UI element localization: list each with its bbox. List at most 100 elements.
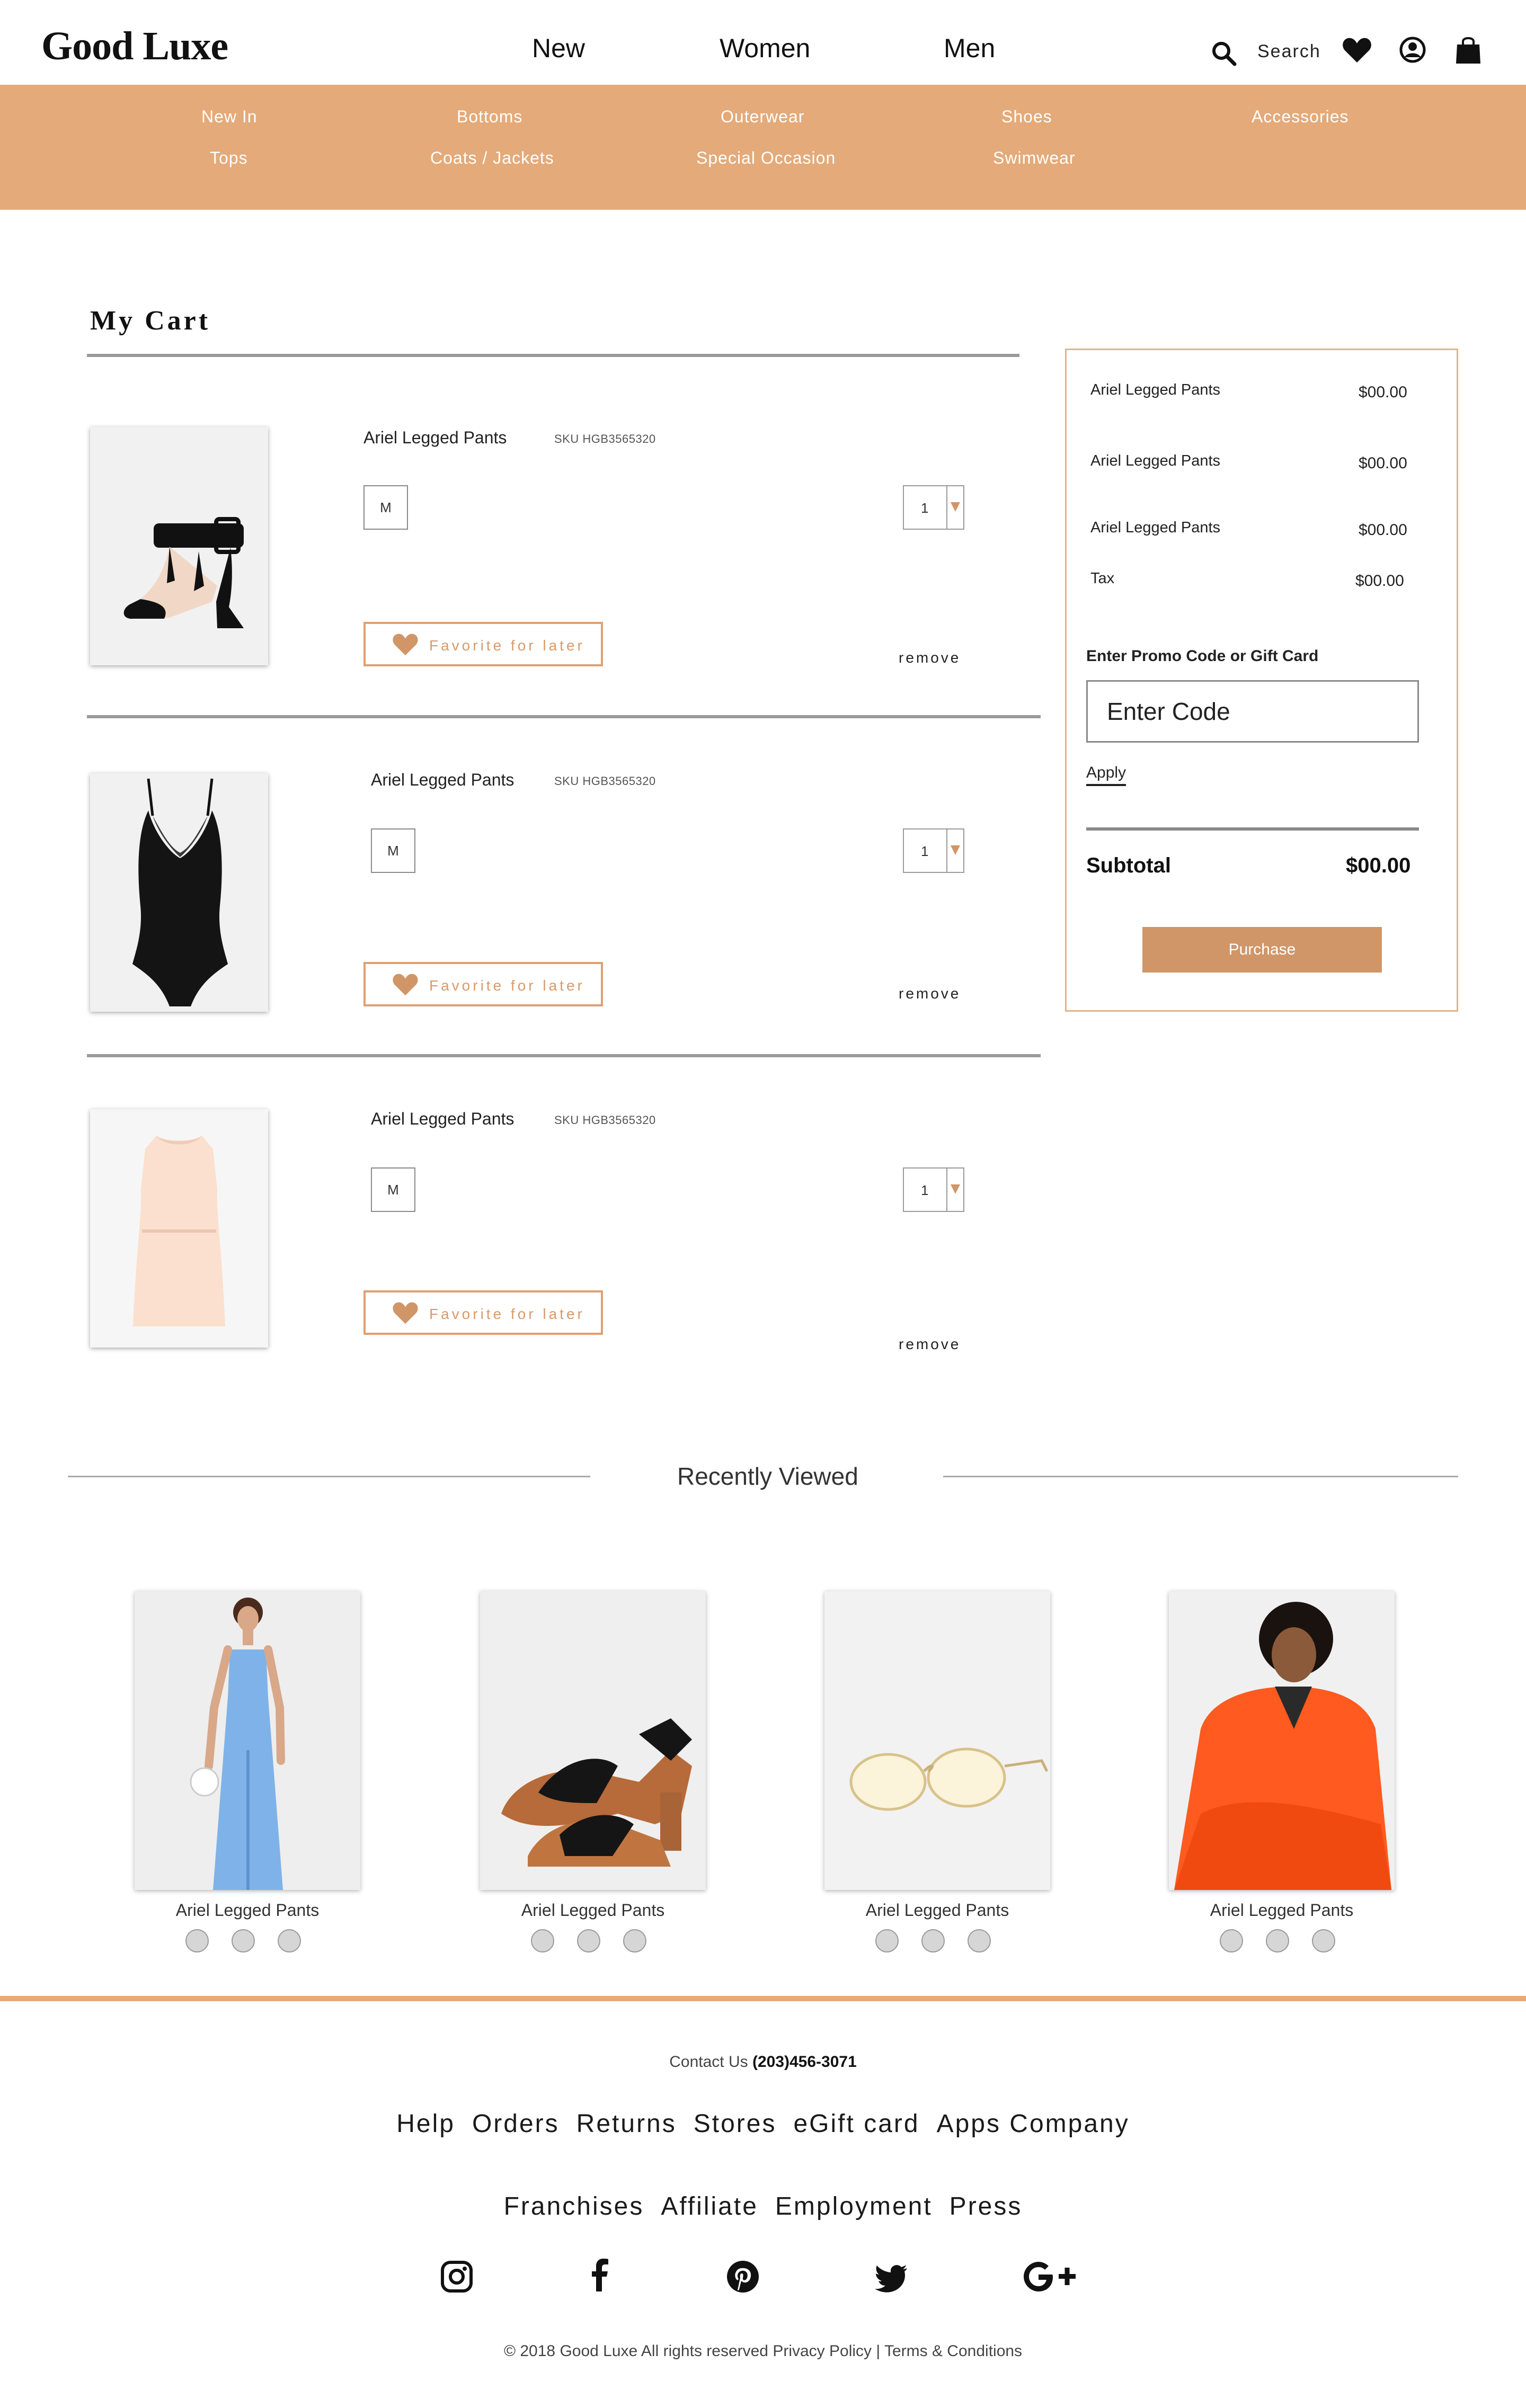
cart-item-name[interactable]: Ariel Legged Pants xyxy=(363,428,507,448)
color-swatch[interactable] xyxy=(232,1929,255,1952)
color-swatch[interactable] xyxy=(577,1929,600,1952)
promo-code-input[interactable] xyxy=(1086,680,1419,743)
recent-item-image[interactable] xyxy=(824,1591,1050,1890)
divider xyxy=(87,354,1019,357)
category-swimwear[interactable]: Swimwear xyxy=(993,148,1076,168)
nav-women[interactable]: Women xyxy=(720,33,810,64)
footer-link-franchises[interactable]: Franchises xyxy=(504,2192,644,2220)
cart-title: My Cart xyxy=(90,306,211,336)
recent-item-image[interactable] xyxy=(480,1591,706,1890)
quantity-value: 1 xyxy=(921,843,929,859)
category-new-in[interactable]: New In xyxy=(201,107,258,127)
google-plus-icon[interactable] xyxy=(1023,2260,1078,2294)
search-icon[interactable] xyxy=(1211,40,1237,67)
favorite-label: Favorite for later xyxy=(429,637,585,654)
search-label[interactable]: Search xyxy=(1257,41,1321,62)
heart-icon xyxy=(393,974,418,996)
cart-item-sku: SKU HGB3565320 xyxy=(554,432,656,445)
footer-link-egift-card[interactable]: eGift card xyxy=(793,2110,919,2138)
pinterest-icon[interactable] xyxy=(726,2260,760,2294)
chevron-down-icon xyxy=(951,502,960,512)
subtotal-label: Subtotal xyxy=(1086,854,1171,877)
footer-link-help[interactable]: Help xyxy=(396,2110,455,2138)
color-swatch[interactable] xyxy=(1266,1929,1289,1952)
twitter-icon[interactable] xyxy=(874,2262,908,2296)
chevron-down-icon xyxy=(951,1184,960,1194)
footer-link-employment[interactable]: Employment xyxy=(775,2192,933,2220)
recent-item-name[interactable]: Ariel Legged Pants xyxy=(824,1901,1050,1920)
cart-item-image[interactable] xyxy=(90,773,268,1012)
account-icon[interactable] xyxy=(1399,36,1426,64)
color-swatch[interactable] xyxy=(968,1929,991,1952)
category-shoes[interactable]: Shoes xyxy=(1001,107,1052,127)
quantity-select[interactable]: 1 xyxy=(903,1167,964,1212)
recently-viewed-title: Recently Viewed xyxy=(677,1462,858,1490)
category-outerwear[interactable]: Outerwear xyxy=(721,107,804,127)
category-special-occasion[interactable]: Special Occasion xyxy=(696,148,836,168)
size-selector[interactable]: M xyxy=(371,828,415,873)
favorite-label: Favorite for later xyxy=(429,1306,585,1322)
nav-new[interactable]: New xyxy=(532,33,585,64)
shopping-bag-icon[interactable] xyxy=(1455,35,1481,65)
size-value: M xyxy=(380,499,392,515)
quantity-value: 1 xyxy=(921,1182,929,1198)
purchase-button[interactable]: Purchase xyxy=(1142,927,1382,973)
divider xyxy=(68,1476,590,1477)
footer-link-apps-company[interactable]: Apps Company xyxy=(937,2110,1130,2138)
apply-button[interactable]: Apply xyxy=(1086,764,1126,786)
size-selector[interactable]: M xyxy=(371,1167,415,1212)
color-swatch[interactable] xyxy=(278,1929,301,1952)
logo[interactable]: Good Luxe xyxy=(41,23,228,69)
favorite-for-later-button[interactable]: Favorite for later xyxy=(363,1290,603,1335)
footer-link-returns[interactable]: Returns xyxy=(576,2110,677,2138)
heart-icon[interactable] xyxy=(1342,37,1372,64)
summary-line-label: Ariel Legged Pants xyxy=(1090,381,1221,398)
cart-item-name[interactable]: Ariel Legged Pants xyxy=(371,770,514,790)
recent-item-name[interactable]: Ariel Legged Pants xyxy=(135,1901,360,1920)
color-swatch[interactable] xyxy=(185,1929,209,1952)
recent-item-name[interactable]: Ariel Legged Pants xyxy=(480,1901,706,1920)
instagram-icon[interactable] xyxy=(440,2260,474,2294)
footer-link-stores[interactable]: Stores xyxy=(694,2110,777,2138)
favorite-for-later-button[interactable]: Favorite for later xyxy=(363,962,603,1006)
remove-link[interactable]: remove xyxy=(899,985,961,1002)
remove-link[interactable]: remove xyxy=(899,649,961,666)
color-swatch[interactable] xyxy=(921,1929,945,1952)
footer-link-press[interactable]: Press xyxy=(950,2192,1023,2220)
color-swatch[interactable] xyxy=(1220,1929,1243,1952)
summary-line-value: $00.00 xyxy=(1359,454,1407,472)
nav-men[interactable]: Men xyxy=(944,33,995,64)
contact-phone[interactable]: (203)456-3071 xyxy=(752,2053,857,2071)
size-selector[interactable]: M xyxy=(363,485,408,530)
divider xyxy=(946,830,947,872)
footer-link-affiliate[interactable]: Affiliate xyxy=(661,2192,758,2220)
recent-item-image[interactable] xyxy=(1169,1591,1395,1890)
recent-item-image[interactable] xyxy=(135,1591,360,1890)
color-swatch[interactable] xyxy=(875,1929,899,1952)
color-swatch[interactable] xyxy=(1312,1929,1335,1952)
category-bottoms[interactable]: Bottoms xyxy=(457,107,522,127)
remove-link[interactable]: remove xyxy=(899,1336,961,1353)
favorite-for-later-button[interactable]: Favorite for later xyxy=(363,622,603,666)
cart-item-image[interactable] xyxy=(90,1109,268,1348)
cart-item-image[interactable] xyxy=(90,427,268,665)
divider xyxy=(946,486,947,529)
footer-link-orders[interactable]: Orders xyxy=(472,2110,560,2138)
recent-item-name[interactable]: Ariel Legged Pants xyxy=(1169,1901,1395,1920)
quantity-select[interactable]: 1 xyxy=(903,828,964,873)
size-value: M xyxy=(387,1181,399,1198)
divider xyxy=(946,1169,947,1211)
category-coats-jackets[interactable]: Coats / Jackets xyxy=(430,148,554,168)
category-accessories[interactable]: Accessories xyxy=(1252,107,1349,127)
color-swatch[interactable] xyxy=(623,1929,646,1952)
divider xyxy=(87,1054,1041,1057)
footer-divider xyxy=(0,1996,1526,2001)
category-tops[interactable]: Tops xyxy=(210,148,248,168)
cart-item-name[interactable]: Ariel Legged Pants xyxy=(371,1109,514,1129)
quantity-select[interactable]: 1 xyxy=(903,485,964,530)
summary-line-value: $00.00 xyxy=(1359,384,1407,401)
facebook-icon[interactable] xyxy=(583,2258,617,2291)
summary-line-label: Ariel Legged Pants xyxy=(1090,519,1221,536)
color-swatch[interactable] xyxy=(531,1929,554,1952)
tax-value: $00.00 xyxy=(1355,572,1404,590)
